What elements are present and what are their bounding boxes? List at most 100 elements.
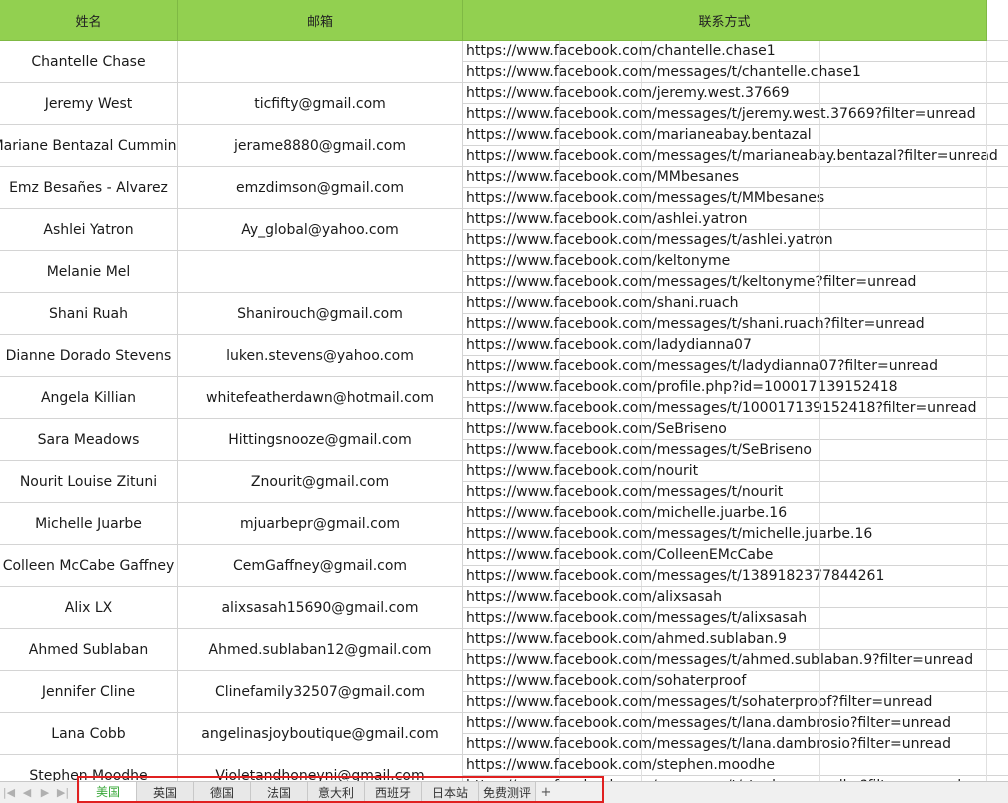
email-cell[interactable]: Violetandhoneyni@gmail.com — [178, 755, 463, 781]
profile-link-cell[interactable]: https://www.facebook.com/ahmed.sublaban.… — [463, 629, 1008, 650]
grid-line — [819, 251, 820, 292]
email-cell[interactable]: ticfifty@gmail.com — [178, 83, 463, 124]
profile-link-cell[interactable]: https://www.facebook.com/chantelle.chase… — [463, 41, 1008, 62]
message-link-cell[interactable]: https://www.facebook.com/messages/t/1389… — [463, 566, 1008, 586]
message-link-cell[interactable]: https://www.facebook.com/messages/t/1000… — [463, 398, 1008, 418]
sheet-tab-0[interactable]: 美国 — [80, 782, 137, 803]
add-sheet-button[interactable]: + — [536, 782, 556, 803]
message-link-cell[interactable]: https://www.facebook.com/messages/t/alix… — [463, 608, 1008, 628]
next-sheet-icon[interactable]: ▶ — [36, 783, 54, 803]
email-cell[interactable]: emzdimson@gmail.com — [178, 167, 463, 208]
name-cell[interactable]: Shani Ruah — [0, 293, 178, 334]
name-cell[interactable]: Angela Killian — [0, 377, 178, 418]
sheet-tabs: 美国 英国 德国 法国 意大利 西班牙 日本站 免费测评 + — [80, 782, 556, 803]
grid-line — [559, 251, 560, 292]
table-row: Colleen McCabe Gaffney CemGaffney@gmail.c… — [0, 545, 1008, 587]
name-cell[interactable]: Stephen Moodhe — [0, 755, 178, 781]
email-cell[interactable]: Clinefamily32507@gmail.com — [178, 671, 463, 712]
message-link-cell[interactable]: https://www.facebook.com/messages/t/jere… — [463, 104, 1008, 124]
message-link-cell[interactable]: https://www.facebook.com/messages/t/mich… — [463, 524, 1008, 544]
name-cell[interactable]: Ashlei Yatron — [0, 209, 178, 250]
grid-line — [559, 83, 560, 124]
email-cell[interactable]: angelinasjoyboutique@gmail.com — [178, 713, 463, 754]
first-sheet-icon[interactable]: |◀ — [0, 783, 18, 803]
profile-link-cell[interactable]: https://www.facebook.com/jeremy.west.376… — [463, 83, 1008, 104]
email-cell[interactable] — [178, 251, 463, 292]
last-sheet-icon[interactable]: ▶| — [54, 783, 72, 803]
grid-line — [559, 461, 560, 502]
name-cell[interactable]: Chantelle Chase — [0, 41, 178, 82]
column-header-empty[interactable] — [987, 0, 1008, 41]
email-cell[interactable]: jerame8880@gmail.com — [178, 125, 463, 166]
profile-link-cell[interactable]: https://www.facebook.com/ColleenEMcCabe — [463, 545, 1008, 566]
profile-link-cell[interactable]: https://www.facebook.com/SeBriseno — [463, 419, 1008, 440]
email-cell[interactable]: mjuarbepr@gmail.com — [178, 503, 463, 544]
message-link-cell[interactable]: https://www.facebook.com/messages/t/MMbe… — [463, 188, 1008, 208]
name-cell[interactable]: Lana Cobb — [0, 713, 178, 754]
grid-line — [641, 41, 642, 82]
profile-link-cell[interactable]: https://www.facebook.com/marianeabay.ben… — [463, 125, 1008, 146]
message-link-cell[interactable]: https://www.facebook.com/messages/t/soha… — [463, 692, 1008, 712]
email-cell[interactable]: CemGaffney@gmail.com — [178, 545, 463, 586]
grid-line — [819, 167, 820, 208]
name-cell[interactable]: Nourit Louise Zituni — [0, 461, 178, 502]
message-link-cell[interactable]: https://www.facebook.com/messages/t/kelt… — [463, 272, 1008, 292]
email-cell[interactable]: Hittingsnooze@gmail.com — [178, 419, 463, 460]
prev-sheet-icon[interactable]: ◀ — [18, 783, 36, 803]
profile-link-cell[interactable]: https://www.facebook.com/ashlei.yatron — [463, 209, 1008, 230]
sheet-tab-6[interactable]: 日本站 — [422, 782, 479, 803]
name-cell[interactable]: Michelle Juarbe — [0, 503, 178, 544]
sheet-tab-2[interactable]: 德国 — [194, 782, 251, 803]
email-cell[interactable]: whitefeatherdawn@hotmail.com — [178, 377, 463, 418]
profile-link-cell[interactable]: https://www.facebook.com/sohaterproof — [463, 671, 1008, 692]
message-link-cell[interactable]: https://www.facebook.com/messages/t/ahme… — [463, 650, 1008, 670]
name-cell[interactable]: Sara Meadows — [0, 419, 178, 460]
profile-link-cell[interactable]: https://www.facebook.com/MMbesanes — [463, 167, 1008, 188]
profile-link-cell[interactable]: https://www.facebook.com/alixsasah — [463, 587, 1008, 608]
message-link-cell[interactable]: https://www.facebook.com/messages/t/nour… — [463, 482, 1008, 502]
grid-line — [819, 671, 820, 712]
email-cell[interactable]: Ahmed.sublaban12@gmail.com — [178, 629, 463, 670]
message-link-cell[interactable]: https://www.facebook.com/messages/t/chan… — [463, 62, 1008, 82]
email-cell[interactable]: luken.stevens@yahoo.com — [178, 335, 463, 376]
sheet-tab-3[interactable]: 法国 — [251, 782, 308, 803]
name-cell[interactable]: Jennifer Cline — [0, 671, 178, 712]
grid-line — [986, 461, 987, 502]
message-link-cell[interactable]: https://www.facebook.com/messages/t/lana… — [463, 734, 1008, 754]
email-cell[interactable]: alixsasah15690@gmail.com — [178, 587, 463, 628]
sheet-tab-4[interactable]: 意大利 — [308, 782, 365, 803]
profile-link-cell[interactable]: https://www.facebook.com/ladydianna07 — [463, 335, 1008, 356]
email-cell[interactable]: Shanirouch@gmail.com — [178, 293, 463, 334]
name-cell[interactable]: Ahmed Sublaban — [0, 629, 178, 670]
email-cell[interactable] — [178, 41, 463, 82]
name-cell[interactable]: Mariane Bentazal Cumming — [0, 125, 178, 166]
message-link-cell[interactable]: https://www.facebook.com/messages/t/ashl… — [463, 230, 1008, 250]
profile-link-cell[interactable]: https://www.facebook.com/keltonyme — [463, 251, 1008, 272]
table-row: Sara Meadows Hittingsnooze@gmail.com https… — [0, 419, 1008, 461]
profile-link-cell[interactable]: https://www.facebook.com/stephen.moodhe — [463, 755, 1008, 776]
name-cell[interactable]: Dianne Dorado Stevens — [0, 335, 178, 376]
column-header-name[interactable]: 姓名 — [0, 0, 178, 41]
message-link-cell[interactable]: https://www.facebook.com/messages/t/SeBr… — [463, 440, 1008, 460]
message-link-cell[interactable]: https://www.facebook.com/messages/t/lady… — [463, 356, 1008, 376]
column-header-email[interactable]: 邮箱 — [178, 0, 463, 41]
message-link-cell[interactable]: https://www.facebook.com/messages/t/shan… — [463, 314, 1008, 334]
profile-link-cell[interactable]: https://www.facebook.com/nourit — [463, 461, 1008, 482]
email-cell[interactable]: Znourit@gmail.com — [178, 461, 463, 502]
name-cell[interactable]: Colleen McCabe Gaffney — [0, 545, 178, 586]
name-cell[interactable]: Jeremy West — [0, 83, 178, 124]
name-cell[interactable]: Emz Besañes - Alvarez — [0, 167, 178, 208]
sheet-tab-1[interactable]: 英国 — [137, 782, 194, 803]
profile-link-cell[interactable]: https://www.facebook.com/messages/t/lana… — [463, 713, 1008, 734]
message-link-cell[interactable]: https://www.facebook.com/messages/t/mari… — [463, 146, 1008, 166]
name-cell[interactable]: Melanie Mel — [0, 251, 178, 292]
profile-link-cell[interactable]: https://www.facebook.com/michelle.juarbe… — [463, 503, 1008, 524]
profile-link-cell[interactable]: https://www.facebook.com/shani.ruach — [463, 293, 1008, 314]
name-cell[interactable]: Alix LX — [0, 587, 178, 628]
column-header-contact[interactable]: 联系方式 — [463, 0, 987, 41]
profile-link-cell[interactable]: https://www.facebook.com/profile.php?id=… — [463, 377, 1008, 398]
grid-line — [986, 41, 987, 82]
sheet-tab-5[interactable]: 西班牙 — [365, 782, 422, 803]
sheet-tab-7[interactable]: 免费测评 — [479, 782, 536, 803]
email-cell[interactable]: Ay_global@yahoo.com — [178, 209, 463, 250]
